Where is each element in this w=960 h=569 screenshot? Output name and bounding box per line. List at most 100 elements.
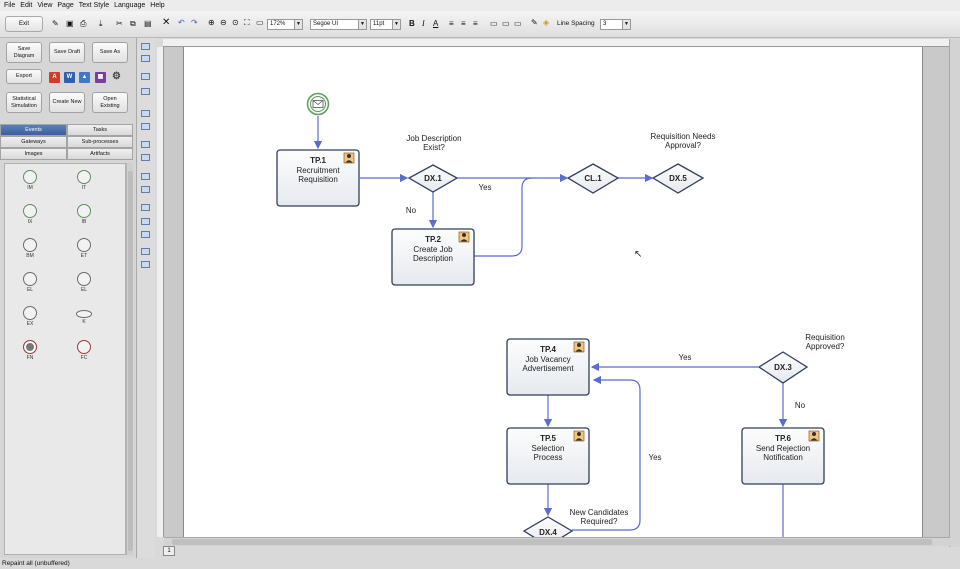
multiple-event-icon xyxy=(23,204,37,218)
palette-item-ib[interactable]: IB xyxy=(69,204,99,225)
text-color-icon[interactable]: A xyxy=(433,19,438,29)
timer-intermediate-icon xyxy=(77,238,91,252)
export-button[interactable]: Export xyxy=(6,69,42,84)
menu-help[interactable]: Help xyxy=(150,2,164,9)
valign-bottom-icon[interactable]: ▭ xyxy=(514,19,522,29)
palette-scroll-thumb[interactable] xyxy=(128,171,133,551)
task-name-label: Send Rejection Notification xyxy=(755,444,811,462)
fit-page-icon[interactable]: ⛶ xyxy=(244,18,250,28)
connector-icon[interactable] xyxy=(141,173,150,180)
horizontal-scrollbar[interactable] xyxy=(164,537,950,546)
mouse-cursor-icon: ↖ xyxy=(634,249,643,260)
ellipse-event-icon xyxy=(76,310,92,318)
fit-width-icon[interactable]: ▭ xyxy=(256,18,264,28)
save-draft-button[interactable]: Save Draft xyxy=(49,42,85,63)
swimlane-icon[interactable] xyxy=(141,204,150,211)
word-icon[interactable]: W xyxy=(64,72,75,83)
menu-edit[interactable]: Edit xyxy=(20,2,32,9)
diagram-page[interactable] xyxy=(183,47,923,537)
valign-middle-icon[interactable]: ▭ xyxy=(502,19,510,29)
tab-images[interactable]: Images xyxy=(0,148,67,160)
zoom-in-icon[interactable]: ⊕ xyxy=(208,18,215,28)
zoom-reset-icon[interactable]: ⊙ xyxy=(232,18,239,28)
statistical-simulation-button[interactable]: Statistical Simulation xyxy=(6,92,42,113)
note-icon[interactable] xyxy=(141,231,150,238)
zoom-select[interactable]: 172% ▼ xyxy=(267,19,303,30)
bring-front-icon[interactable] xyxy=(141,141,150,148)
undo-icon[interactable]: ↶ xyxy=(178,18,185,28)
palette-item-fn[interactable]: FN xyxy=(15,340,45,361)
align-center-icon[interactable]: ≡ xyxy=(461,19,466,29)
palette-item-ix[interactable]: IX xyxy=(15,204,45,225)
align-icon[interactable] xyxy=(141,73,150,80)
table-icon[interactable] xyxy=(141,186,150,193)
fill-color-icon[interactable]: ◈ xyxy=(543,18,549,28)
pool-icon[interactable] xyxy=(141,218,150,225)
pdf-icon[interactable]: A xyxy=(49,72,60,83)
save-icon[interactable]: ▣ xyxy=(66,19,74,29)
palette-scrollbar[interactable] xyxy=(126,163,133,555)
palette-item-fc[interactable]: FC xyxy=(69,340,99,361)
tab-artifacts[interactable]: Artifacts xyxy=(67,148,133,160)
layout-icon[interactable] xyxy=(141,43,150,50)
copy-icon[interactable]: ⧉ xyxy=(130,19,136,29)
align-right-icon[interactable]: ≡ xyxy=(473,19,478,29)
page-tab[interactable]: 1 xyxy=(163,546,175,556)
tab-tasks[interactable]: Tasks xyxy=(67,124,133,136)
ungroup-icon[interactable] xyxy=(141,123,150,130)
paste-icon[interactable]: ▤ xyxy=(144,19,152,29)
chart-icon[interactable]: ▦ xyxy=(95,72,106,83)
element-palette: IM IT IX IB BM ET EL EL EX K FN FC xyxy=(4,163,126,555)
bar-chart-icon[interactable] xyxy=(141,248,150,255)
palette-item-et[interactable]: ET xyxy=(69,238,99,259)
task-id-label: TP.6 xyxy=(775,434,791,443)
menu-page[interactable]: Page xyxy=(57,2,73,9)
line-spacing-select[interactable]: 3 ▼ xyxy=(600,19,631,30)
italic-icon[interactable]: I xyxy=(422,19,425,29)
palette-item-bm[interactable]: BM xyxy=(15,238,45,259)
download-icon[interactable]: ⤓ xyxy=(99,19,103,29)
bold-icon[interactable]: B xyxy=(409,19,415,29)
save-as-button[interactable]: Save As xyxy=(92,42,128,63)
zoom-out-icon[interactable]: ⊖ xyxy=(220,18,227,28)
send-back-icon[interactable] xyxy=(141,154,150,161)
horizontal-scroll-thumb[interactable] xyxy=(172,539,932,545)
delete-icon[interactable]: ✕ xyxy=(162,18,170,28)
create-new-button[interactable]: Create New xyxy=(49,92,85,113)
palette-item-it[interactable]: IT xyxy=(69,170,99,191)
menu-language[interactable]: Language xyxy=(114,2,145,9)
menu-text-style[interactable]: Text Style xyxy=(79,2,109,9)
cut-icon[interactable]: ✂ xyxy=(116,19,123,29)
print-icon[interactable]: ⎙ xyxy=(80,19,86,29)
valign-top-icon[interactable]: ▭ xyxy=(490,19,498,29)
save-diagram-button[interactable]: Save Diagram xyxy=(6,42,42,63)
image-icon[interactable]: ▲ xyxy=(79,72,90,83)
align-left-icon[interactable]: ≡ xyxy=(449,19,454,29)
open-existing-button[interactable]: Open Existing xyxy=(92,92,128,113)
tab-events[interactable]: Events xyxy=(0,124,67,136)
palette-item-el-2[interactable]: EL xyxy=(69,272,99,293)
edit-icon[interactable]: ✎ xyxy=(52,19,59,29)
tab-sub-processes[interactable]: Sub-processes xyxy=(67,136,133,148)
exit-button[interactable]: Exit xyxy=(5,16,43,32)
palette-item-ex[interactable]: EX xyxy=(15,306,45,327)
redo-icon[interactable]: ↷ xyxy=(191,18,198,28)
menu-file[interactable]: File xyxy=(4,2,15,9)
font-size-select[interactable]: 11pt ▼ xyxy=(370,19,401,30)
tab-gateways[interactable]: Gateways xyxy=(0,136,67,148)
palette-item-im[interactable]: IM xyxy=(15,170,45,191)
no-label: No xyxy=(405,206,417,215)
cancel-end-event-icon xyxy=(77,340,91,354)
gear-icon[interactable]: ⚙ xyxy=(111,71,122,82)
grid-icon[interactable] xyxy=(141,55,150,62)
menu-view[interactable]: View xyxy=(37,2,52,9)
list-icon[interactable] xyxy=(141,261,150,268)
pen-color-icon[interactable]: ✎ xyxy=(531,18,538,28)
distribute-icon[interactable] xyxy=(141,88,150,95)
palette-item-k[interactable]: K xyxy=(69,306,99,325)
palette-item-el[interactable]: EL xyxy=(15,272,45,293)
vertical-scrollbar[interactable] xyxy=(949,39,960,547)
yes-label: Yes xyxy=(678,353,692,362)
font-select[interactable]: Segoe UI ▼ xyxy=(310,19,367,30)
group-icon[interactable] xyxy=(141,110,150,117)
